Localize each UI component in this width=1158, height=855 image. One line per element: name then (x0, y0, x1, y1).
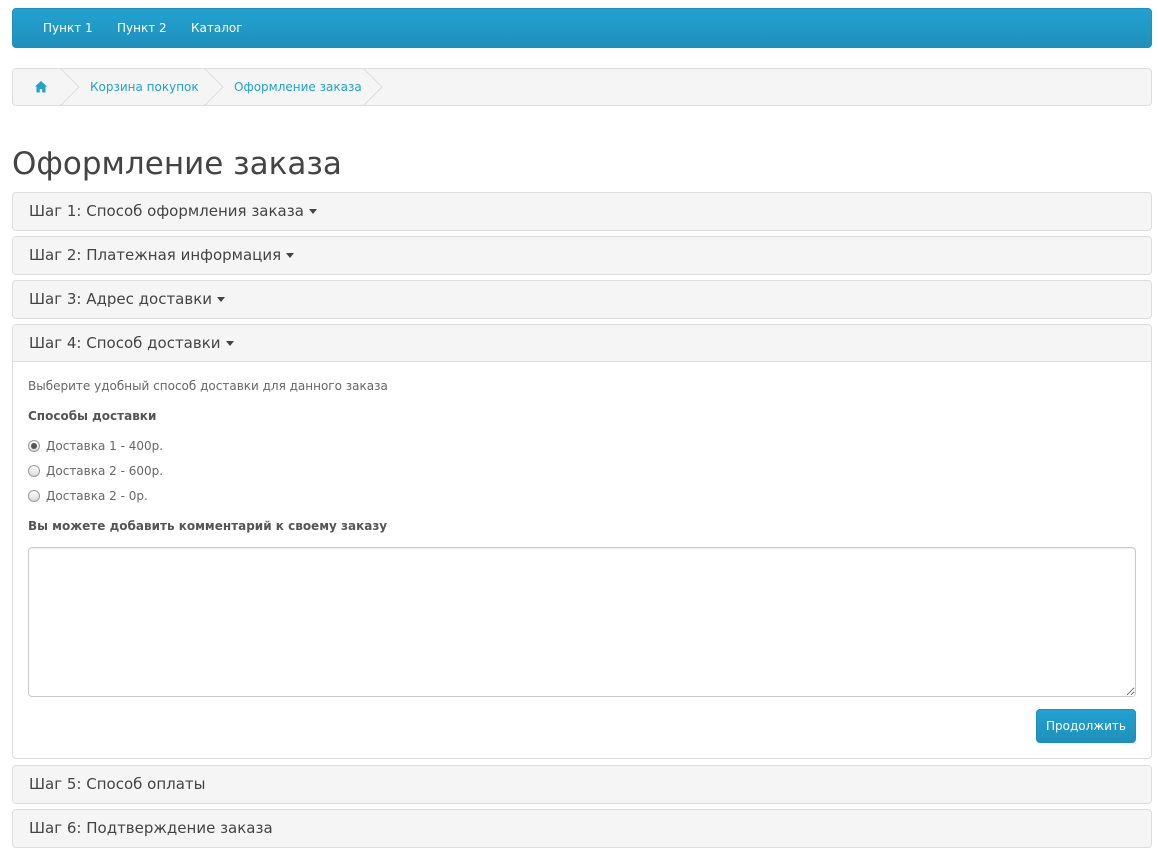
step-2-heading[interactable]: Шаг 2: Платежная информация (13, 237, 1151, 274)
step-5-panel: Шаг 5: Способ оплаты (12, 765, 1152, 804)
step-5-heading[interactable]: Шаг 5: Способ оплаты (13, 766, 1151, 803)
caret-down-icon (308, 209, 317, 214)
step-4-heading[interactable]: Шаг 4: Способ доставки (13, 325, 1151, 362)
step-4-panel: Шаг 4: Способ доставки Выберите удобный … (12, 324, 1152, 759)
step-6-panel: Шаг 6: Подтверждение заказа (12, 809, 1152, 848)
breadcrumb-separator-icon (60, 69, 80, 105)
shipping-method-body: Выберите удобный способ доставки для дан… (13, 362, 1151, 758)
shipping-methods-label: Способы доставки (28, 409, 157, 423)
radio-button[interactable] (28, 489, 40, 502)
comment-textarea[interactable] (28, 547, 1136, 697)
checkout-page: Пункт 1 Пункт 2 Каталог Корзина покупок … (0, 0, 1158, 855)
shipping-description: Выберите удобный способ доставки для дан… (28, 379, 388, 393)
top-navbar: Пункт 1 Пункт 2 Каталог (12, 8, 1152, 48)
breadcrumb-checkout[interactable]: Оформление заказа (234, 69, 362, 105)
breadcrumb: Корзина покупок Оформление заказа (12, 68, 1152, 106)
caret-down-icon (225, 341, 234, 346)
page-title: Оформление заказа (12, 146, 342, 182)
step-1-title: Шаг 1: Способ оформления заказа (29, 202, 304, 220)
step-3-title: Шаг 3: Адрес доставки (29, 290, 213, 308)
step-3-heading[interactable]: Шаг 3: Адрес доставки (13, 281, 1151, 318)
nav-item-2[interactable]: Пункт 2 (117, 9, 167, 47)
shipping-option-label: Доставка 1 - 400р. (46, 439, 164, 453)
shipping-option-3[interactable]: Доставка 2 - 0р. (28, 488, 148, 504)
shipping-option-2[interactable]: Доставка 2 - 600р. (28, 463, 163, 479)
shipping-option-1[interactable]: Доставка 1 - 400р. (28, 438, 163, 454)
shipping-option-label: Доставка 2 - 600р. (46, 464, 164, 478)
step-2-title: Шаг 2: Платежная информация (29, 246, 282, 264)
step-1-heading[interactable]: Шаг 1: Способ оформления заказа (13, 193, 1151, 230)
step-4-title: Шаг 4: Способ доставки (29, 334, 221, 352)
step-2-panel: Шаг 2: Платежная информация (12, 236, 1152, 275)
step-6-title: Шаг 6: Подтверждение заказа (29, 819, 273, 837)
step-6-heading[interactable]: Шаг 6: Подтверждение заказа (13, 810, 1151, 847)
breadcrumb-separator-icon (204, 69, 224, 105)
caret-down-icon (286, 253, 295, 258)
nav-item-catalog[interactable]: Каталог (191, 9, 243, 47)
breadcrumb-separator-icon (363, 69, 383, 105)
step-3-panel: Шаг 3: Адрес доставки (12, 280, 1152, 319)
shipping-option-label: Доставка 2 - 0р. (46, 489, 148, 503)
comment-label: Вы можете добавить комментарий к своему … (28, 519, 388, 533)
step-1-panel: Шаг 1: Способ оформления заказа (12, 192, 1152, 231)
nav-item-1[interactable]: Пункт 1 (43, 9, 93, 47)
step-5-title: Шаг 5: Способ оплаты (29, 775, 206, 793)
caret-down-icon (217, 297, 226, 302)
breadcrumb-cart[interactable]: Корзина покупок (90, 69, 199, 105)
home-icon (35, 81, 47, 93)
radio-button[interactable] (28, 464, 40, 477)
radio-button[interactable] (28, 439, 40, 452)
continue-button[interactable]: Продолжить (1036, 709, 1136, 743)
